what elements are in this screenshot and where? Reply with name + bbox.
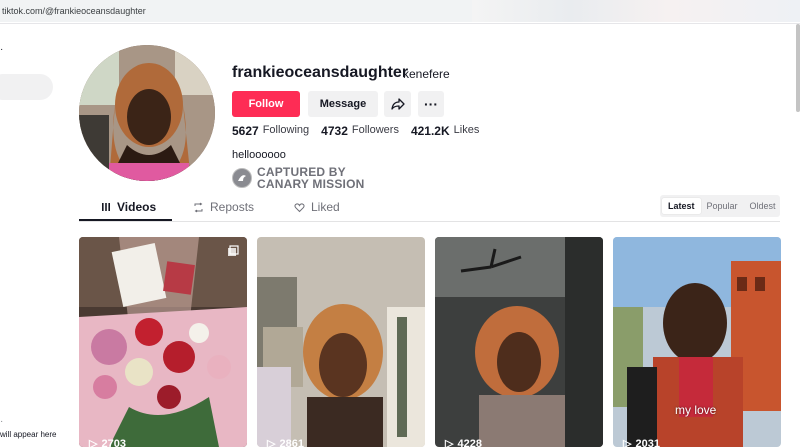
sidebar: · · will appear here <box>0 24 60 447</box>
likes-label: Likes <box>453 124 480 136</box>
message-button[interactable]: Message <box>308 91 378 117</box>
watermark: CAPTURED BY CANARY MISSION <box>232 166 364 190</box>
tab-videos-label: Videos <box>117 200 157 214</box>
watermark-line2: CANARY MISSION <box>257 177 365 191</box>
browser-toolbar-blurred <box>472 0 800 22</box>
address-bar[interactable]: tiktok.com/@frankieoceansdaughter <box>0 0 472 22</box>
grid-lines-icon <box>102 203 110 211</box>
video-thumbnail <box>257 237 425 447</box>
sort-toggle: Latest Popular Oldest <box>660 195 780 217</box>
share-button[interactable] <box>384 91 411 117</box>
watermark-text: CAPTURED BY CANARY MISSION <box>257 166 364 190</box>
video-card[interactable]: my love ▷ 2031 <box>613 237 781 447</box>
play-icon: ▷ <box>267 438 276 447</box>
browser-bar: tiktok.com/@frankieoceansdaughter <box>0 0 800 24</box>
heart-outline-icon <box>294 202 305 212</box>
tab-liked-label: Liked <box>311 200 340 214</box>
scrollbar[interactable] <box>796 24 800 112</box>
more-options-button[interactable]: ··· <box>418 91 444 117</box>
play-icon: ▷ <box>89 438 98 447</box>
avatar-photo <box>79 45 215 181</box>
sort-oldest[interactable]: Oldest <box>744 198 782 214</box>
sort-latest[interactable]: Latest <box>662 198 701 214</box>
view-count: ▷ 2031 <box>623 437 660 447</box>
share-arrow-icon <box>390 98 405 110</box>
canary-bird-icon <box>232 168 252 188</box>
tab-reposts[interactable]: Reposts <box>193 200 254 214</box>
sidebar-hint: will appear here <box>0 430 57 439</box>
sidebar-glyph-small: · <box>0 416 4 427</box>
sort-popular[interactable]: Popular <box>701 198 744 214</box>
tab-reposts-label: Reposts <box>210 200 255 214</box>
sidebar-glyph: · <box>0 44 4 55</box>
ellipsis-icon: ··· <box>424 96 438 112</box>
profile-bio: helloooooo <box>232 149 286 161</box>
view-count: ▷ 2703 <box>89 437 126 447</box>
profile-username: frankieoceansdaughter <box>232 64 409 81</box>
view-count-value: 2703 <box>101 437 126 447</box>
video-card[interactable]: ▷ 4228 <box>435 237 603 447</box>
follow-button[interactable]: Follow <box>232 91 300 117</box>
play-icon: ▷ <box>445 438 454 447</box>
sidebar-search-pill[interactable] <box>0 74 53 100</box>
video-card[interactable]: ▷ 2861 <box>257 237 425 447</box>
repost-icon <box>194 202 203 212</box>
view-count-value: 4228 <box>457 437 482 447</box>
following-count[interactable]: 5627 <box>232 124 259 138</box>
multi-image-icon <box>228 245 239 256</box>
following-label: Following <box>262 124 310 136</box>
video-thumbnail <box>435 237 603 447</box>
followers-label: Followers <box>351 124 399 136</box>
view-count-value: 2861 <box>279 437 304 447</box>
profile-nickname: kenefere <box>403 67 450 81</box>
profile-avatar[interactable] <box>79 45 215 181</box>
tab-videos[interactable]: Videos <box>101 200 156 214</box>
video-thumbnail <box>79 237 247 447</box>
view-count-value: 2031 <box>635 437 660 447</box>
likes-count: 421.2K <box>410 124 450 138</box>
active-tab-underline <box>79 219 172 221</box>
view-count: ▷ 4228 <box>445 437 482 447</box>
video-card[interactable]: ▷ 2703 <box>79 237 247 447</box>
play-icon: ▷ <box>623 438 632 447</box>
video-caption: my love <box>675 403 717 417</box>
view-count: ▷ 2861 <box>267 437 304 447</box>
video-grid: ▷ 2703 ▷ 2861 ▷ 4228 my love ▷ 2031 <box>79 237 781 447</box>
profile-stats: 5627 Following 4732 Followers 421.2K Lik… <box>232 124 491 138</box>
tab-liked[interactable]: Liked <box>294 200 340 214</box>
followers-count[interactable]: 4732 <box>321 124 348 138</box>
